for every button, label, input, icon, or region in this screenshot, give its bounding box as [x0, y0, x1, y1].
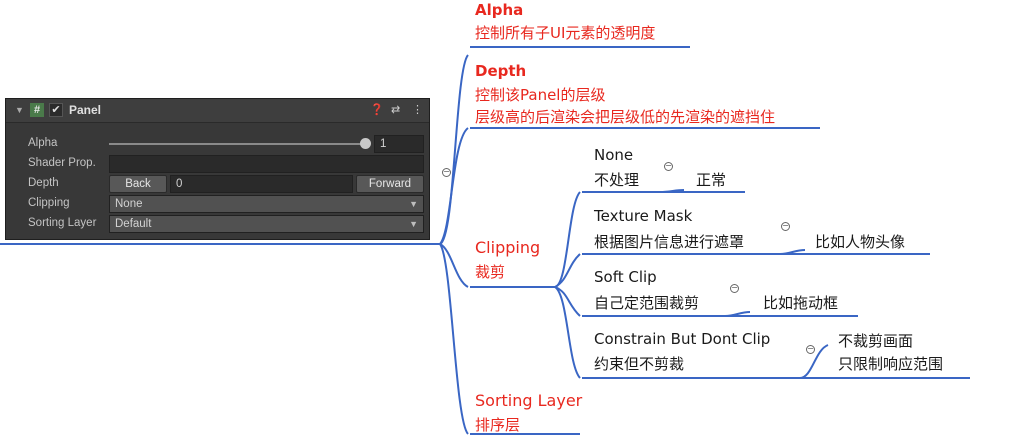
fold-triangle-icon[interactable]: ▼	[15, 105, 24, 115]
shader-prop-field[interactable]	[109, 155, 424, 173]
depth-node-desc2: 层级高的后渲染会把层级低的先渲染的遮挡住	[475, 108, 776, 126]
trunk-to-sorting	[439, 243, 469, 435]
clip-constrain-desc: 约束但不剪裁	[594, 355, 685, 373]
clipping-node-title: Clipping	[475, 238, 541, 257]
enabled-checkbox[interactable]: ✔	[49, 103, 63, 117]
clip-texture-note: 比如人物头像	[815, 233, 906, 251]
panel-component-icon: #	[30, 103, 44, 117]
kebab-menu-icon[interactable]: ⋮	[412, 103, 423, 116]
collapse-icon[interactable]: −	[806, 345, 815, 354]
clip-soft-note: 比如拖动框	[763, 294, 839, 312]
depth-value-field[interactable]: 0	[170, 175, 353, 193]
collapse-icon[interactable]: −	[730, 284, 739, 293]
trunk-to-clipping	[439, 243, 469, 288]
sorting-node-desc: 排序层	[475, 416, 521, 434]
collapse-icon[interactable]: −	[442, 168, 451, 177]
panel-header: ▼ # ✔ Panel ❓ ⇄ ⋮	[6, 99, 429, 123]
clip-none-note: 正常	[696, 171, 727, 189]
clip-constrain-title: Constrain But Dont Clip	[594, 330, 771, 348]
clip-soft-desc: 自己定范围裁剪	[594, 294, 700, 312]
panel-title: Panel	[69, 103, 102, 117]
trunk-to-depth	[439, 127, 469, 245]
depth-node-desc1: 控制该Panel的层级	[475, 86, 606, 104]
sorting-layer-dropdown-value: Default	[115, 218, 152, 230]
shader-prop-label: Shader Prop.	[28, 157, 96, 169]
clip-none-desc: 不处理	[594, 171, 640, 189]
dropdown-arrow-icon: ▼	[409, 199, 418, 209]
sorting-layer-label: Sorting Layer	[28, 217, 97, 229]
depth-forward-button[interactable]: Forward	[356, 175, 424, 193]
collapse-icon[interactable]: −	[664, 162, 673, 171]
clip-texture-desc: 根据图片信息进行遮罩	[594, 233, 745, 251]
depth-node-title: Depth	[475, 62, 527, 80]
depth-label: Depth	[28, 177, 59, 189]
clip-texture-title: Texture Mask	[594, 207, 693, 225]
panel-inspector: ▼ # ✔ Panel ❓ ⇄ ⋮ Alpha 1 Shader Prop. D…	[5, 98, 430, 240]
alpha-node-desc: 控制所有子UI元素的透明度	[475, 24, 656, 42]
clipping-dropdown[interactable]: None ▼	[109, 195, 424, 213]
clipping-label: Clipping	[28, 197, 70, 209]
alpha-slider-track[interactable]	[109, 143, 365, 145]
help-icon[interactable]: ❓	[370, 103, 384, 116]
trunk-to-alpha	[439, 54, 469, 245]
dropdown-arrow-icon: ▼	[409, 219, 418, 229]
alpha-label: Alpha	[28, 137, 58, 149]
preset-icon[interactable]: ⇄	[391, 103, 400, 116]
alpha-node-title: Alpha	[475, 1, 524, 19]
clipping-node-desc: 裁剪	[475, 263, 506, 281]
sorting-node-title: Sorting Layer	[475, 391, 583, 410]
sorting-layer-dropdown[interactable]: Default ▼	[109, 215, 424, 233]
clip-soft-title: Soft Clip	[594, 268, 657, 286]
clip-constrain-note2: 只限制响应范围	[838, 355, 944, 373]
clipping-dropdown-value: None	[115, 198, 143, 210]
clip-none-title: None	[594, 146, 634, 164]
alpha-value-field[interactable]: 1	[374, 135, 424, 153]
alpha-slider-knob[interactable]	[360, 138, 371, 149]
depth-back-button[interactable]: Back	[109, 175, 167, 193]
clip-constrain-note1: 不裁剪画面	[838, 332, 914, 350]
collapse-icon[interactable]: −	[781, 222, 790, 231]
